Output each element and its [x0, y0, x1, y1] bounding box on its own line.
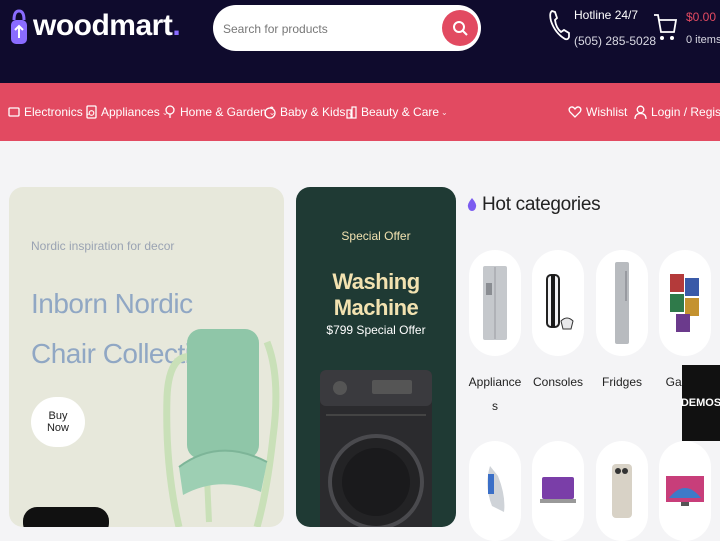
chevron-down-icon: ⌄	[441, 107, 448, 117]
nav-item-beauty-care[interactable]: Beauty & Care ⌄	[346, 83, 448, 141]
category-image-appliances	[469, 250, 521, 356]
category-image-consoles	[532, 250, 584, 356]
wishlist-label: Wishlist	[586, 105, 628, 119]
hotline-phone: (505) 285-5028	[574, 34, 657, 48]
baby-kids-icon	[264, 105, 276, 119]
cart-total: $0.00	[686, 10, 717, 24]
chair-image	[163, 329, 280, 527]
cart-icon	[654, 14, 677, 40]
offer-title: Washing Machine	[332, 269, 420, 320]
category-appliances[interactable]: Appliance s	[469, 250, 521, 418]
nav-item-electronics[interactable]: Electronics ⌄	[8, 83, 91, 141]
offer-subtitle: Special Offer	[341, 229, 411, 243]
category-item[interactable]	[659, 441, 711, 541]
category-item[interactable]	[596, 441, 648, 541]
category-image-tv	[659, 441, 711, 541]
category-label: Consoles	[532, 375, 584, 389]
banner-subtitle: Nordic inspiration for decor	[31, 239, 175, 253]
nav-item-label: Home & Garden	[180, 105, 267, 119]
washing-machine-banner[interactable]: Special Offer Washing Machine $799 Speci…	[296, 187, 456, 527]
flame-icon	[467, 198, 477, 211]
phone-icon	[549, 10, 570, 41]
login-register-label: Login / Register	[651, 105, 720, 119]
hot-categories-heading: Hot categories	[467, 194, 601, 216]
nav-item-baby-kids[interactable]: Baby & Kids ⌄	[264, 83, 354, 141]
category-fridges[interactable]: Fridges	[596, 250, 648, 394]
category-image-vacuum	[469, 441, 521, 541]
category-consoles[interactable]: Consoles	[532, 250, 584, 394]
beauty-care-icon	[346, 105, 357, 119]
logo-dot: .	[172, 9, 181, 42]
login-register-link[interactable]: Login / Register	[634, 83, 720, 141]
heart-icon	[568, 105, 582, 119]
search-icon	[453, 21, 468, 36]
user-icon	[634, 105, 647, 120]
nav-item-label: Baby & Kids	[280, 105, 346, 119]
category-label: Appliance s	[468, 375, 522, 413]
category-label: Fridges	[601, 375, 642, 389]
hotline-title: Hotline 24/7	[574, 8, 639, 22]
offer-price: $799 Special Offer	[326, 323, 426, 337]
hot-categories-title: Hot categories	[482, 194, 601, 215]
washing-machine-image	[320, 370, 432, 527]
home-garden-icon	[164, 105, 176, 119]
nav-item-appliances[interactable]: Appliances ⌄	[86, 83, 168, 141]
search-input[interactable]	[221, 17, 445, 41]
wishlist-link[interactable]: Wishlist	[568, 83, 627, 141]
cart-item-count: 0 items	[686, 34, 720, 46]
demos-button[interactable]: DEMOS	[681, 365, 720, 441]
category-item[interactable]	[469, 441, 521, 541]
category-image-fridges	[596, 250, 648, 356]
category-item[interactable]	[532, 441, 584, 541]
logo-bag-icon	[11, 9, 27, 44]
appliances-icon	[86, 105, 97, 119]
banner-dark-button[interactable]	[23, 507, 109, 527]
chair-collection-banner[interactable]: Nordic inspiration for decor Inborn Nord…	[9, 187, 284, 527]
buy-now-button[interactable]: Buy Now	[31, 397, 85, 447]
category-image-smartphone	[596, 441, 648, 541]
main-nav: Electronics ⌄ Appliances ⌄ Home & Garden ⌄ …	[0, 83, 720, 141]
nav-item-label: Appliances	[101, 105, 160, 119]
nav-item-label: Electronics	[24, 105, 83, 119]
logo[interactable]: woodmart.	[9, 6, 181, 46]
search-bar	[213, 5, 481, 51]
nav-item-home-garden[interactable]: Home & Garden ⌄	[164, 83, 275, 141]
top-header: woodmart. Hotline 24/7 (505) 285-5028 $0…	[0, 0, 720, 83]
nav-item-label: Beauty & Care	[361, 105, 440, 119]
search-button[interactable]	[442, 10, 478, 46]
category-image-games	[659, 250, 711, 356]
electronics-icon	[8, 106, 20, 118]
logo-text: woodmart	[33, 9, 173, 42]
category-image-laptop	[532, 441, 584, 541]
